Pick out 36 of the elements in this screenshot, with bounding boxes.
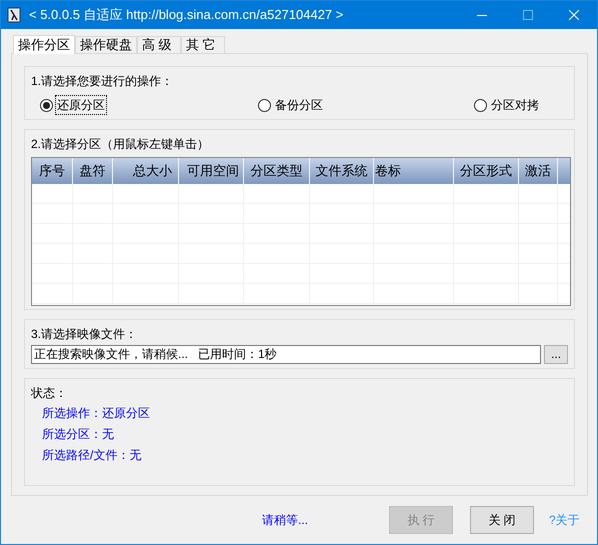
- status-line: 所选路径/文件：无: [42, 447, 142, 464]
- group-label: 状态：: [31, 385, 68, 402]
- radio-label[interactable]: 还原分区: [55, 95, 107, 115]
- minimize-icon: [477, 14, 487, 16]
- column-header[interactable]: 分区形式: [454, 158, 519, 184]
- browse-button[interactable]: ...: [544, 345, 568, 364]
- status-line: 所选操作：还原分区: [42, 405, 150, 422]
- column-header[interactable]: 文件系统: [310, 158, 374, 184]
- radio-label[interactable]: 备份分区: [273, 95, 325, 115]
- app-icon: [7, 7, 21, 23]
- column-header[interactable]: 分区类型: [244, 158, 310, 184]
- column-header[interactable]: 盘符: [73, 158, 113, 184]
- radio-button[interactable]: [40, 98, 53, 112]
- partition-table[interactable]: 序号 盘符 总大小 可用空间 分区类型 文件系统 卷标 分区形式 激活: [31, 157, 571, 306]
- tab[interactable]: 高 级: [137, 36, 181, 53]
- column-header[interactable]: 卷标: [374, 158, 454, 184]
- group-label: 2.请选择分区（用鼠标左键单击）: [31, 136, 210, 153]
- group-label: 3.请选择映像文件：: [31, 326, 138, 343]
- group-label: 1.请选择您要进行的操作：: [31, 73, 174, 90]
- tab[interactable]: 其 它: [181, 36, 225, 53]
- close-icon: [569, 10, 579, 20]
- window-title: < 5.0.0.5 自适应 http://blog.sina.com.cn/a527104427 >: [29, 6, 344, 24]
- column-header[interactable]: 可用空间: [179, 158, 244, 184]
- tab[interactable]: 操作硬盘: [75, 36, 137, 53]
- maximize-icon: [523, 10, 533, 20]
- radio-button[interactable]: [258, 98, 271, 112]
- column-header[interactable]: 序号: [32, 158, 73, 184]
- radio-label[interactable]: 分区对拷: [489, 95, 541, 115]
- input-field[interactable]: 正在搜索映像文件，请稍候... 已用时间：1秒: [31, 345, 542, 364]
- tab[interactable]: 操作分区: [13, 35, 75, 54]
- column-header[interactable]: 激活: [519, 158, 558, 184]
- column-header[interactable]: 总大小: [113, 158, 179, 184]
- status-message: 请稍等...: [262, 512, 310, 529]
- radio-button[interactable]: [474, 98, 487, 112]
- status-line: 所选分区：无: [42, 426, 114, 443]
- action-button[interactable]: 关 闭: [470, 506, 534, 534]
